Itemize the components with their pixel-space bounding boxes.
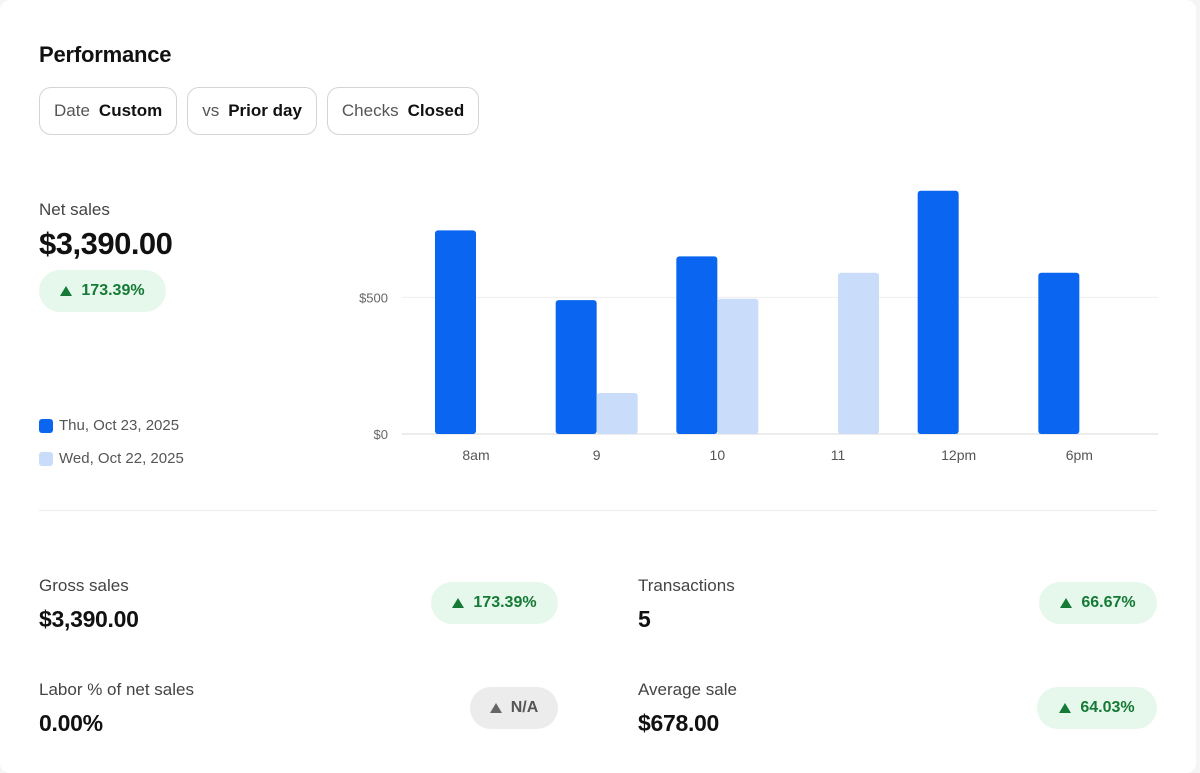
bar-current xyxy=(917,190,959,434)
bar-prior xyxy=(596,393,638,434)
hourly-sales-chart: $0 $500 8am 9 10 11 12pm 6pm xyxy=(359,190,1158,463)
bar-current xyxy=(555,300,597,434)
gross-sales-label: Gross sales xyxy=(39,576,129,595)
legend-swatch-current xyxy=(39,418,53,433)
average-sale-change-badge: 64.03% xyxy=(1037,687,1157,729)
compare-filter-key: vs xyxy=(202,101,220,120)
section-divider xyxy=(39,510,1157,511)
x-tick-label: 12pm xyxy=(941,447,976,463)
x-tick-label: 8am xyxy=(462,447,489,463)
gross-sales-change-badge: 173.39% xyxy=(431,582,558,624)
legend-item-prior: Wed, Oct 22, 2025 xyxy=(39,450,184,467)
transactions-change: 66.67% xyxy=(1081,594,1136,611)
average-sale-label: Average sale xyxy=(638,680,737,699)
compare-filter-value: Prior day xyxy=(228,101,302,120)
transactions-change-badge: 66.67% xyxy=(1039,582,1157,624)
checks-filter-button[interactable]: Checks Closed xyxy=(326,87,480,135)
net-sales-change: 173.39% xyxy=(81,282,145,299)
legend-label-current: Thu, Oct 23, 2025 xyxy=(59,417,180,434)
up-arrow-icon xyxy=(452,598,465,608)
filter-bar: Date Custom vs Prior day Checks Closed xyxy=(39,87,480,135)
net-sales-change-badge: 173.39% xyxy=(39,270,166,312)
x-tick-label: 6pm xyxy=(1066,447,1093,463)
transactions-value: 5 xyxy=(638,606,651,632)
compare-filter-button[interactable]: vs Prior day xyxy=(187,87,317,135)
bar-current xyxy=(676,256,718,434)
bar-prior xyxy=(838,272,879,434)
net-sales-value: $3,390.00 xyxy=(39,226,173,261)
legend-item-current: Thu, Oct 23, 2025 xyxy=(39,417,179,434)
checks-filter-value: Closed xyxy=(407,101,465,120)
performance-card: Performance Date Custom vs Prior day Che… xyxy=(0,0,1196,773)
up-arrow-icon xyxy=(489,703,502,713)
up-arrow-icon xyxy=(60,286,73,296)
labor-change-badge: N/A xyxy=(470,687,558,729)
average-sale-change: 64.03% xyxy=(1080,699,1135,716)
checks-filter-key: Checks xyxy=(341,101,399,120)
up-arrow-icon xyxy=(1060,598,1073,608)
y-tick-label: $0 xyxy=(374,427,388,442)
date-filter-button[interactable]: Date Custom xyxy=(39,87,178,135)
gross-sales-change: 173.39% xyxy=(473,594,537,611)
page-title: Performance xyxy=(39,42,172,67)
legend-label-prior: Wed, Oct 22, 2025 xyxy=(59,450,184,467)
date-filter-key: Date xyxy=(54,101,90,120)
gross-sales-value: $3,390.00 xyxy=(39,606,139,632)
labor-change: N/A xyxy=(510,699,539,716)
x-tick-label: 9 xyxy=(593,447,601,463)
bar-current xyxy=(1038,272,1080,434)
legend-swatch-prior xyxy=(39,451,53,466)
up-arrow-icon xyxy=(1059,703,1072,713)
labor-value: 0.00% xyxy=(39,710,103,736)
x-tick-label: 11 xyxy=(831,447,846,463)
date-filter-value: Custom xyxy=(98,101,163,120)
y-tick-label: $500 xyxy=(359,290,388,305)
x-tick-label: 10 xyxy=(710,447,726,463)
transactions-label: Transactions xyxy=(638,576,735,595)
bar-prior xyxy=(717,298,759,434)
net-sales-label: Net sales xyxy=(39,200,110,219)
bar-current xyxy=(435,230,476,434)
average-sale-value: $678.00 xyxy=(638,710,720,736)
labor-label: Labor % of net sales xyxy=(39,680,194,699)
